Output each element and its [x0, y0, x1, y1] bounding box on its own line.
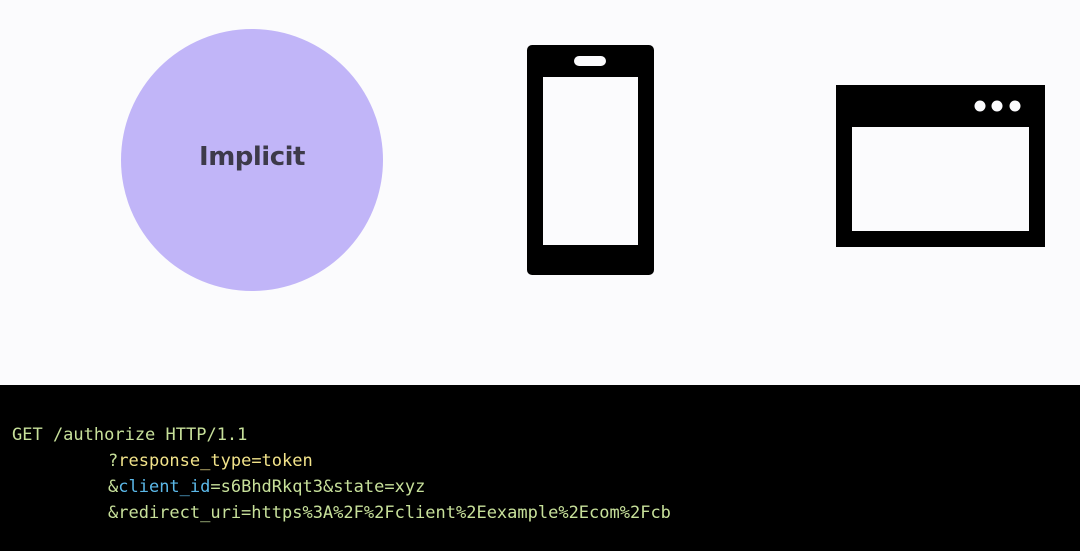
code-param-value: =s6BhdRkqt3&state=xyz: [210, 477, 426, 497]
slide: Implicit GET /authorize HTTP/1.1 ?respon…: [0, 0, 1080, 551]
browser-dot-3: [1009, 100, 1021, 112]
code-param-value: =token: [251, 451, 313, 471]
code-param-name: client_id: [118, 477, 211, 497]
flow-label: Implicit: [199, 142, 305, 172]
browser-dot-1: [974, 100, 986, 112]
code-line-request: GET /authorize HTTP/1.1: [12, 425, 248, 445]
code-line-client-id: &client_id=s6BhdRkqt3&state=xyz: [108, 476, 425, 498]
phone-screen: [543, 77, 638, 245]
phone-speaker: [574, 56, 606, 66]
browser-window-icon: [836, 85, 1045, 247]
mobile-phone-icon: [527, 45, 654, 275]
browser-dot-2: [991, 100, 1003, 112]
code-line-response-type: ?response_type=token: [108, 450, 313, 472]
code-line-redirect-uri: &redirect_uri=https%3A%2F%2Fclient%2Eexa…: [108, 503, 671, 523]
code-token: ?: [108, 451, 119, 471]
implicit-flow-circle: Implicit: [121, 29, 383, 291]
browser-content: [852, 127, 1029, 231]
code-token: &: [108, 477, 119, 497]
diagram-area: Implicit: [0, 0, 1080, 385]
code-param-name: response_type: [118, 451, 252, 471]
